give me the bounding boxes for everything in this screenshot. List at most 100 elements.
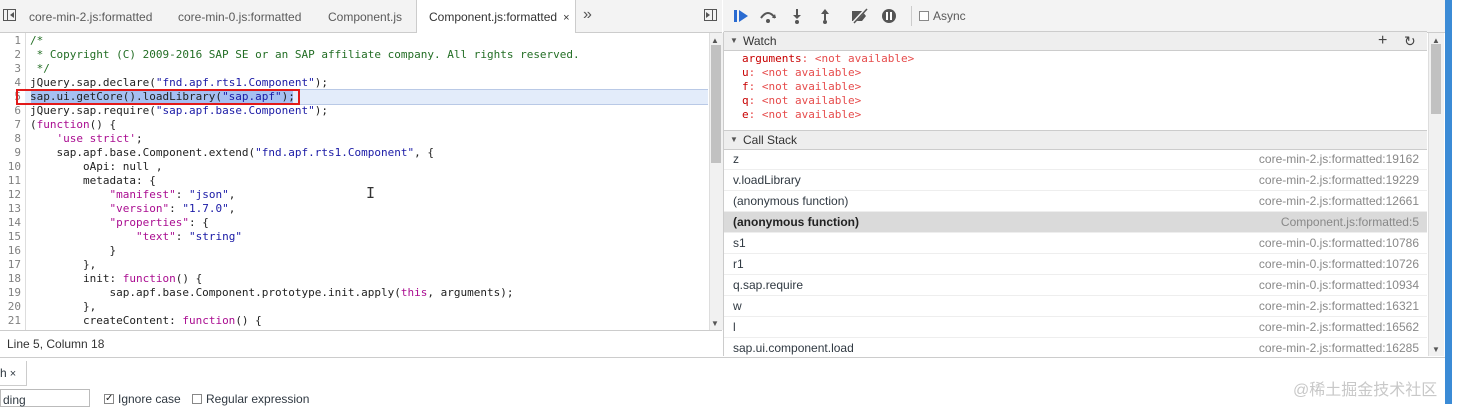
async-checkbox[interactable] (919, 11, 929, 21)
call-frame[interactable]: (anonymous function) core-min-2.js:format… (724, 191, 1427, 212)
call-frame[interactable]: l core-min-2.js:formatted:16562 (724, 317, 1427, 338)
close-icon[interactable]: × (10, 368, 16, 380)
line-number[interactable]: 11 (0, 174, 21, 188)
call-frame-location[interactable]: core-min-0.js:formatted:10786 (1259, 233, 1419, 254)
line-number[interactable]: 2 (0, 48, 21, 62)
call-frame[interactable]: v.loadLibrary core-min-2.js:formatted:192… (724, 170, 1427, 191)
code-line[interactable]: 6 jQuery.sap.require("sap.apf.base.Compon… (0, 104, 708, 118)
code-token: function (36, 118, 90, 131)
code-line[interactable]: 3 */ (0, 62, 708, 76)
call-frame-location[interactable]: Component.js:formatted:5 (1281, 212, 1419, 233)
code-line[interactable]: 14 "properties": { (0, 216, 708, 230)
ignore-case-checkbox[interactable] (104, 392, 114, 406)
tabs-overflow-button[interactable]: » (583, 7, 592, 23)
tab-3[interactable]: Component.js (316, 0, 416, 32)
code-line[interactable]: 21 createContent: function() { (0, 314, 708, 328)
code-line[interactable]: 11 metadata: { (0, 174, 708, 188)
toolbar-divider (911, 6, 912, 26)
line-number[interactable]: 17 (0, 258, 21, 272)
watch-section-header[interactable]: ▼ Watch + ↻ (724, 31, 1427, 51)
call-frame[interactable]: w core-min-2.js:formatted:16321 (724, 296, 1427, 317)
call-frame-location[interactable]: core-min-0.js:formatted:10934 (1259, 275, 1419, 296)
sidebar-scrollbar-thumb[interactable] (1431, 44, 1441, 114)
tab-2[interactable]: core-min-0.js:formatted (166, 0, 316, 32)
code-line[interactable]: 8 'use strict'; (0, 132, 708, 146)
watch-expression[interactable]: q: <not available> (742, 94, 861, 108)
line-number[interactable]: 18 (0, 272, 21, 286)
code-line[interactable]: 9 sap.apf.base.Component.extend("fnd.apf… (0, 146, 708, 160)
code-line[interactable]: 7 (function() { (0, 118, 708, 132)
code-token: 'use strict' (56, 132, 136, 145)
editor-scrollbar-thumb[interactable] (711, 45, 721, 163)
call-frame-location[interactable]: core-min-2.js:formatted:16562 (1259, 317, 1419, 338)
step-over-icon[interactable] (759, 8, 777, 27)
code-line[interactable]: 10 oApi: null , (0, 160, 708, 174)
line-number[interactable]: 19 (0, 286, 21, 300)
step-into-icon[interactable] (791, 8, 803, 27)
code-token: ; (135, 132, 143, 145)
close-tab-icon[interactable]: × (563, 12, 569, 24)
line-number[interactable]: 20 (0, 300, 21, 314)
code-line[interactable]: 19 sap.apf.base.Component.prototype.init… (0, 286, 708, 300)
call-frame-location[interactable]: core-min-0.js:formatted:10726 (1259, 254, 1419, 275)
scroll-down-arrow-icon[interactable]: ▼ (1432, 342, 1440, 358)
code-line[interactable]: 1 /* (0, 34, 708, 48)
line-number[interactable]: 1 (0, 34, 21, 48)
code-line[interactable]: 20 }, (0, 300, 708, 314)
line-number[interactable]: 16 (0, 244, 21, 258)
call-frame[interactable]: r1 core-min-0.js:formatted:10726 (724, 254, 1427, 275)
toggle-navigator-icon[interactable] (3, 8, 17, 25)
call-frame[interactable]: sap.ui.component.load core-min-2.js:forma… (724, 338, 1427, 359)
code-line[interactable]: 12 "manifest": "json", (0, 188, 708, 202)
toggle-debugger-sidebar-icon[interactable] (704, 8, 718, 25)
call-frame[interactable]: s1 core-min-0.js:formatted:10786 (724, 233, 1427, 254)
deactivate-breakpoints-icon[interactable] (851, 7, 869, 27)
line-number[interactable]: 9 (0, 146, 21, 160)
line-number[interactable]: 15 (0, 230, 21, 244)
code-line[interactable]: 15 "text": "string" (0, 230, 708, 244)
refresh-watch-icon[interactable]: ↻ (1404, 32, 1416, 50)
line-number[interactable]: 12 (0, 188, 21, 202)
pause-on-exceptions-icon[interactable] (881, 8, 897, 27)
line-number[interactable]: 14 (0, 216, 21, 230)
call-frame-location[interactable]: core-min-2.js:formatted:19229 (1259, 170, 1419, 191)
search-tab[interactable]: h × (0, 361, 27, 386)
scroll-up-arrow-icon[interactable]: ▲ (711, 33, 719, 49)
code-line[interactable]: 13 "version": "1.7.0", (0, 202, 708, 216)
line-number[interactable]: 4 (0, 76, 21, 90)
async-toggle[interactable]: Async (919, 9, 966, 23)
code-line[interactable]: 18 init: function() { (0, 272, 708, 286)
code-line[interactable]: 16 } (0, 244, 708, 258)
watch-expression[interactable]: f: <not available> (742, 80, 861, 94)
code-line[interactable]: 17 }, (0, 258, 708, 272)
call-frame-location[interactable]: core-min-2.js:formatted:16321 (1259, 296, 1419, 317)
call-frame[interactable]: q.sap.require core-min-0.js:formatted:109… (724, 275, 1427, 296)
watch-expression[interactable]: u: <not available> (742, 66, 861, 80)
line-number[interactable]: 21 (0, 314, 21, 328)
call-frame[interactable]: z core-min-2.js:formatted:19162 (724, 149, 1427, 170)
code-line[interactable]: 2 * Copyright (C) 2009-2016 SAP SE or an… (0, 48, 708, 62)
search-input[interactable]: ding (0, 389, 90, 407)
line-number[interactable]: 8 (0, 132, 21, 146)
call-frame-location[interactable]: core-min-2.js:formatted:16285 (1259, 338, 1419, 359)
call-stack-section-header[interactable]: ▼ Call Stack (724, 130, 1427, 150)
line-number[interactable]: 10 (0, 160, 21, 174)
call-frame-location[interactable]: core-min-2.js:formatted:19162 (1259, 149, 1419, 170)
line-number[interactable]: 7 (0, 118, 21, 132)
regex-checkbox[interactable] (192, 394, 202, 404)
tab-4[interactable]: Component.js:formatted × (416, 0, 576, 33)
line-number[interactable]: 13 (0, 202, 21, 216)
scroll-up-arrow-icon[interactable]: ▲ (1432, 33, 1440, 49)
watch-expression[interactable]: e: <not available> (742, 108, 861, 122)
call-frame[interactable]: (anonymous function) Component.js:formatt… (724, 212, 1427, 233)
watch-name: q (742, 94, 749, 107)
resume-icon[interactable] (733, 8, 749, 27)
line-number[interactable]: 3 (0, 62, 21, 76)
call-frame-location[interactable]: core-min-2.js:formatted:12661 (1259, 191, 1419, 212)
add-watch-icon[interactable]: + (1378, 32, 1387, 50)
tab-1[interactable]: core-min-2.js:formatted (17, 0, 166, 32)
line-number[interactable]: 6 (0, 104, 21, 118)
step-out-icon[interactable] (819, 8, 831, 27)
watch-expression[interactable]: arguments: <not available> (742, 52, 914, 66)
code-line[interactable]: 4 jQuery.sap.declare("fnd.apf.rts1.Compon… (0, 76, 708, 90)
